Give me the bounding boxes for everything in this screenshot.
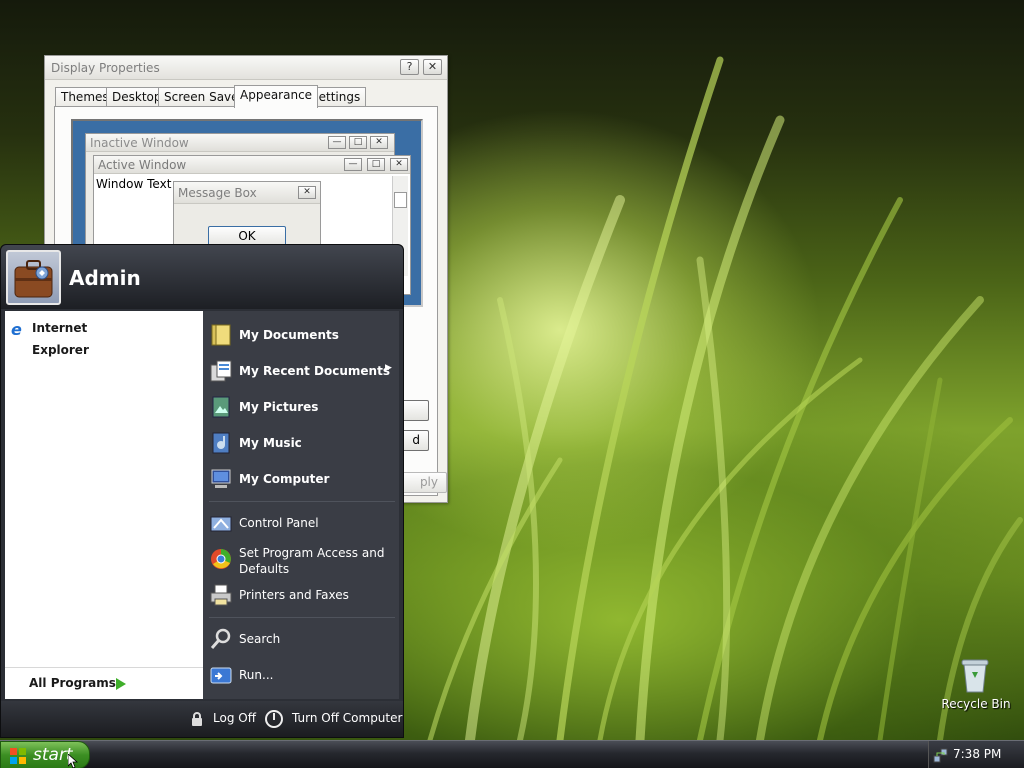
close-icon: ✕ xyxy=(390,158,408,171)
start-menu-footer: Log Off Turn Off Computer xyxy=(1,701,403,737)
log-off-label: Log Off xyxy=(213,711,256,725)
maximize-icon: □ xyxy=(367,158,385,171)
turn-off-button[interactable]: Turn Off Computer xyxy=(264,708,402,730)
username: Admin xyxy=(69,266,141,290)
message-box-preview: Message Box ✕ OK xyxy=(173,181,321,251)
trash-icon xyxy=(961,659,989,693)
menu-item-my-computer[interactable]: My Computer xyxy=(209,463,395,495)
menu-item-label: Set Program Access and Defaults xyxy=(239,546,385,576)
network-icon[interactable] xyxy=(933,747,949,763)
pictures-icon xyxy=(212,396,230,418)
arrow-right-icon xyxy=(116,678,126,690)
window-text-sample: Window Text xyxy=(96,177,172,191)
minimize-icon: — xyxy=(344,158,362,171)
title-bar[interactable]: Display Properties ? ✕ xyxy=(45,56,447,80)
pinned-item-label: Internet Explorer xyxy=(32,321,89,357)
window-title: Display Properties xyxy=(51,61,160,75)
menu-item-label: My Documents xyxy=(239,328,339,342)
close-icon: ✕ xyxy=(298,186,316,199)
briefcase-icon xyxy=(14,260,53,298)
minimize-icon: — xyxy=(328,136,346,149)
system-tray: 7:38 PM xyxy=(928,741,1024,768)
menu-item-my-pictures[interactable]: My Pictures xyxy=(209,391,395,423)
power-icon xyxy=(265,710,283,728)
recycle-bin-icon[interactable] xyxy=(958,656,992,694)
menu-item-label: My Recent Documents xyxy=(239,364,390,378)
menu-item-printers-and-faxes[interactable]: Printers and Faxes xyxy=(209,579,395,611)
mouse-cursor-icon xyxy=(68,754,78,768)
music-icon xyxy=(212,432,230,454)
clock[interactable]: 7:38 PM xyxy=(953,747,1001,761)
menu-item-search[interactable]: Search xyxy=(209,623,395,655)
lock-icon xyxy=(192,712,202,726)
printer-icon xyxy=(210,584,232,606)
menu-item-label: Run... xyxy=(239,668,274,682)
windows-logo-icon xyxy=(10,748,26,764)
all-programs-label: All Programs xyxy=(29,676,116,690)
menu-item-my-music[interactable]: My Music xyxy=(209,427,395,459)
help-button[interactable]: ? xyxy=(400,59,419,75)
run-icon xyxy=(210,667,232,684)
menu-item-set-program-access[interactable]: Set Program Access and Defaults xyxy=(209,541,395,581)
scroll-thumb xyxy=(394,192,407,208)
message-box-title: Message Box xyxy=(178,186,257,200)
close-icon: ✕ xyxy=(370,136,388,149)
recent-docs-icon xyxy=(210,360,232,382)
start-menu: Admin e Internet Explorer All Programs M… xyxy=(0,244,404,738)
documents-icon xyxy=(211,324,231,346)
taskbar: start 7:38 PM xyxy=(0,740,1024,768)
inactive-window-title: Inactive Window xyxy=(90,136,189,150)
recycle-bin-label[interactable]: Recycle Bin xyxy=(940,697,1012,711)
start-label: start xyxy=(33,745,73,765)
menu-item-my-documents[interactable]: My Documents xyxy=(209,319,395,351)
pinned-programs-pane: e Internet Explorer All Programs xyxy=(5,311,203,699)
search-icon xyxy=(210,628,231,649)
submenu-arrow-icon: ▶ xyxy=(385,363,392,373)
avatar[interactable] xyxy=(6,250,61,305)
menu-item-run[interactable]: Run... xyxy=(209,659,395,691)
log-off-button[interactable]: Log Off xyxy=(189,709,259,729)
menu-item-label: My Computer xyxy=(239,472,330,486)
menu-item-label: My Pictures xyxy=(239,400,319,414)
menu-item-control-panel[interactable]: Control Panel xyxy=(209,507,395,539)
menu-item-label: Printers and Faxes xyxy=(239,588,349,602)
divider xyxy=(209,501,395,502)
start-menu-header: Admin xyxy=(1,245,403,309)
control-panel-icon xyxy=(210,516,232,532)
system-places-pane: My Documents My Recent Documents ▶ My Pi… xyxy=(203,311,399,699)
ie-icon: e xyxy=(11,320,22,339)
active-window-title: Active Window xyxy=(98,158,187,172)
program-defaults-icon xyxy=(211,549,231,569)
menu-item-label: My Music xyxy=(239,436,302,450)
all-programs-button[interactable]: All Programs xyxy=(5,667,203,699)
divider xyxy=(209,617,395,618)
computer-icon xyxy=(211,469,231,488)
maximize-icon: □ xyxy=(349,136,367,149)
menu-item-my-recent-documents[interactable]: My Recent Documents ▶ xyxy=(209,355,395,387)
tab-appearance[interactable]: Appearance xyxy=(234,85,319,108)
close-button[interactable]: ✕ xyxy=(423,59,442,75)
menu-item-label: Search xyxy=(239,632,281,646)
menu-item-label: Control Panel xyxy=(239,516,319,530)
turn-off-label: Turn Off Computer xyxy=(292,711,403,725)
